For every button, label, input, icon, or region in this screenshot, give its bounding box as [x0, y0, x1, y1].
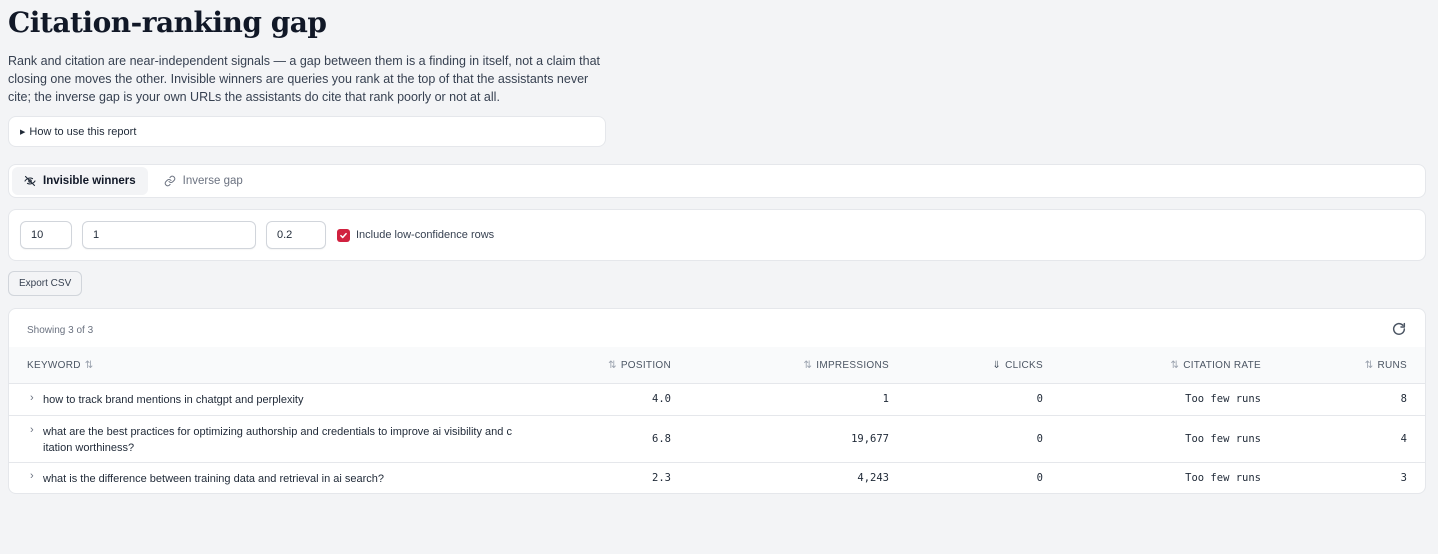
results-table-card: Showing 3 of 3 KEYWORD ⇅ ⇅ POSITION ⇅ IM… [8, 308, 1426, 494]
page-intro: Rank and citation are near-independent s… [8, 54, 601, 104]
expand-chevron-icon[interactable]: › [30, 470, 34, 482]
tab-inverse-gap[interactable]: Inverse gap [152, 167, 255, 195]
sort-icon: ⇅ [1364, 360, 1374, 371]
table-row[interactable]: › how to track brand mentions in chatgpt… [9, 384, 1425, 416]
citation-rate-cell: Too few runs [1185, 433, 1261, 445]
eye-off-icon [24, 175, 36, 187]
filter-bar: 10 1 0.2 Include low-confidence rows [8, 209, 1426, 261]
keyword-cell: what is the difference between training … [43, 473, 385, 485]
how-to-use-label: How to use this report [29, 126, 137, 138]
runs-cell: 4 [1400, 433, 1407, 445]
column-runs[interactable]: ⇅ RUNS [1365, 360, 1407, 371]
column-impressions-label: IMPRESSIONS [816, 360, 889, 371]
table-row[interactable]: › what is the difference between trainin… [9, 463, 1425, 493]
column-keyword[interactable]: KEYWORD ⇅ [27, 360, 93, 371]
keyword-cell: how to track brand mentions in chatgpt a… [43, 394, 304, 406]
low-confidence-label[interactable]: Include low-confidence rows [356, 229, 494, 242]
page-title: Citation-ranking gap [8, 6, 327, 39]
column-position[interactable]: ⇅ POSITION [608, 360, 671, 371]
checkmark-icon [340, 232, 347, 239]
table-row[interactable]: › what are the best practices for optimi… [9, 416, 1425, 463]
table-header: KEYWORD ⇅ ⇅ POSITION ⇅ IMPRESSIONS ⇓ CLI… [9, 347, 1425, 384]
tab-label: Inverse gap [182, 175, 243, 187]
citation-rate-cell: Too few runs [1185, 393, 1261, 405]
column-citation-rate[interactable]: ⇅ CITATION RATE [1171, 360, 1261, 371]
refresh-icon[interactable] [1391, 321, 1407, 337]
low-confidence-checkbox[interactable] [337, 229, 350, 242]
column-position-label: POSITION [620, 360, 671, 371]
position-cell: 6.8 [652, 433, 671, 445]
report-tabs: Invisible winners Inverse gap [8, 164, 1426, 198]
runs-cell: 3 [1400, 472, 1407, 484]
sort-icon: ⇅ [608, 360, 617, 371]
column-keyword-label: KEYWORD [27, 360, 81, 371]
clicks-cell: 0 [1036, 472, 1043, 484]
position-cell: 2.3 [652, 472, 671, 484]
expand-chevron-icon[interactable]: › [30, 424, 34, 436]
filter-input-1[interactable]: 10 [20, 221, 72, 249]
sort-icon: ⇅ [84, 360, 94, 371]
tab-label: Invisible winners [43, 175, 136, 187]
filter-input-3[interactable]: 0.2 [266, 221, 326, 249]
row-count: Showing 3 of 3 [27, 325, 94, 336]
filter-input-2[interactable]: 1 [82, 221, 256, 249]
citation-rate-cell: Too few runs [1185, 472, 1261, 484]
column-clicks-label: CLICKS [1005, 360, 1043, 371]
tab-invisible-winners[interactable]: Invisible winners [12, 167, 148, 195]
keyword-cell: what are the best practices for optimizi… [43, 426, 512, 454]
export-csv-button[interactable]: Export CSV [8, 271, 83, 296]
runs-cell: 8 [1400, 393, 1407, 405]
sort-icon: ⇅ [803, 360, 813, 371]
impressions-cell: 4,243 [857, 472, 889, 484]
column-impressions[interactable]: ⇅ IMPRESSIONS [804, 360, 889, 371]
sort-desc-icon: ⇓ [992, 360, 1002, 371]
column-clicks[interactable]: ⇓ CLICKS [992, 360, 1043, 371]
clicks-cell: 0 [1036, 393, 1043, 405]
position-cell: 4.0 [652, 393, 671, 405]
column-citation-rate-label: CITATION RATE [1183, 360, 1261, 371]
column-runs-label: RUNS [1377, 360, 1407, 371]
expand-chevron-icon[interactable]: › [30, 392, 34, 404]
how-to-use-disclosure[interactable]: ▶ How to use this report [8, 116, 606, 147]
link-icon [164, 175, 175, 187]
disclosure-triangle-icon: ▶ [20, 129, 26, 136]
impressions-cell: 1 [882, 393, 889, 405]
sort-icon: ⇅ [1170, 360, 1180, 371]
clicks-cell: 0 [1036, 433, 1043, 445]
impressions-cell: 19,677 [851, 433, 889, 445]
